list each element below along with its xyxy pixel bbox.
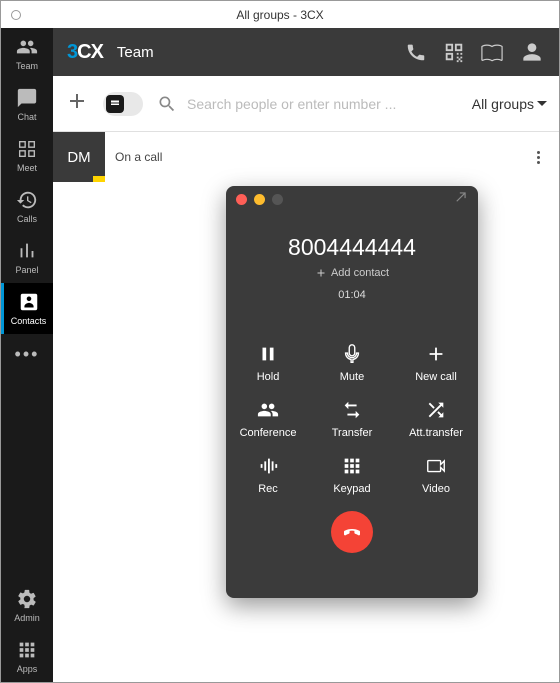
waveform-icon xyxy=(257,455,279,477)
sidebar-item-contacts[interactable]: Contacts xyxy=(1,283,53,334)
sidebar-item-label: Panel xyxy=(15,265,38,275)
close-dot[interactable] xyxy=(236,194,247,205)
video-button[interactable]: Video xyxy=(394,455,478,495)
sidebar-item-chat[interactable]: Chat xyxy=(1,79,53,130)
call-titlebar xyxy=(226,186,478,212)
add-contact-label: Add contact xyxy=(331,267,389,279)
popout-icon[interactable] xyxy=(454,190,468,209)
sidebar-item-label: Meet xyxy=(17,163,37,173)
history-icon xyxy=(16,189,38,211)
contact-initials: DM xyxy=(67,149,90,166)
contact-row[interactable]: DM On a call xyxy=(53,132,559,182)
sidebar: Team Chat Meet Calls Panel Contacts ••• … xyxy=(1,28,53,682)
add-contact-button[interactable]: Add contact xyxy=(315,267,389,279)
meet-icon xyxy=(16,138,38,160)
status-indicator xyxy=(93,176,105,182)
conference-button[interactable]: Conference xyxy=(226,399,310,439)
dial-icon[interactable] xyxy=(405,41,427,63)
chat-icon xyxy=(16,87,38,109)
people-icon xyxy=(16,36,38,58)
topbar: 3CX Team xyxy=(53,28,559,76)
panel-icon xyxy=(16,240,38,262)
logo: 3CX xyxy=(67,41,103,64)
call-timer: 01:04 xyxy=(338,289,366,301)
contacts-icon xyxy=(18,291,40,313)
window-close-dot[interactable] xyxy=(11,10,21,20)
card-icon xyxy=(109,98,121,110)
sidebar-item-calls[interactable]: Calls xyxy=(1,181,53,232)
transfer-button[interactable]: Transfer xyxy=(310,399,394,439)
hold-button[interactable]: Hold xyxy=(226,343,310,383)
sidebar-more[interactable]: ••• xyxy=(15,334,40,375)
avatar-icon[interactable] xyxy=(519,39,545,65)
shuffle-icon xyxy=(425,399,447,421)
view-toggle[interactable] xyxy=(103,92,143,116)
conference-icon xyxy=(257,399,279,421)
group-filter-label: All groups xyxy=(472,96,534,112)
sidebar-item-label: Calls xyxy=(17,214,37,224)
keypad-button[interactable]: Keypad xyxy=(310,455,394,495)
video-icon xyxy=(425,455,447,477)
call-window: 8004444444 Add contact 01:04 Hold Mute N… xyxy=(226,186,478,598)
call-number: 8004444444 xyxy=(288,234,416,261)
pause-icon xyxy=(257,343,279,365)
max-dot[interactable] xyxy=(272,194,283,205)
hangup-button[interactable] xyxy=(331,511,373,553)
att-transfer-button[interactable]: Att.transfer xyxy=(394,399,478,439)
sidebar-item-admin[interactable]: Admin xyxy=(1,580,53,631)
keypad-icon xyxy=(341,455,363,477)
group-filter[interactable]: All groups xyxy=(472,96,547,112)
contact-menu[interactable] xyxy=(533,151,549,164)
sidebar-item-label: Team xyxy=(16,61,38,71)
min-dot[interactable] xyxy=(254,194,265,205)
sidebar-item-team[interactable]: Team xyxy=(1,28,53,79)
transfer-icon xyxy=(341,399,363,421)
contact-status: On a call xyxy=(115,150,162,164)
window-title: All groups - 3CX xyxy=(236,8,323,22)
gear-icon xyxy=(16,588,38,610)
caret-down-icon xyxy=(537,99,547,109)
sidebar-item-apps[interactable]: Apps xyxy=(1,631,53,682)
apps-icon xyxy=(16,639,38,661)
book-icon[interactable] xyxy=(481,41,503,63)
sidebar-item-label: Contacts xyxy=(11,316,47,326)
search-icon xyxy=(157,94,177,114)
plus-icon xyxy=(315,267,327,279)
sidebar-item-label: Apps xyxy=(17,664,38,674)
mic-icon xyxy=(341,343,363,365)
hangup-icon xyxy=(340,520,364,544)
contact-avatar: DM xyxy=(53,132,105,182)
sidebar-item-label: Admin xyxy=(14,613,40,623)
add-button[interactable] xyxy=(65,89,89,118)
os-titlebar: All groups - 3CX xyxy=(0,0,560,28)
toolbar: All groups xyxy=(53,76,559,132)
sidebar-item-meet[interactable]: Meet xyxy=(1,130,53,181)
sidebar-item-label: Chat xyxy=(17,112,36,122)
topbar-title: Team xyxy=(117,44,154,61)
rec-button[interactable]: Rec xyxy=(226,455,310,495)
search-input[interactable] xyxy=(187,96,458,112)
plus-icon xyxy=(425,343,447,365)
qr-icon[interactable] xyxy=(443,41,465,63)
newcall-button[interactable]: New call xyxy=(394,343,478,383)
sidebar-item-panel[interactable]: Panel xyxy=(1,232,53,283)
mute-button[interactable]: Mute xyxy=(310,343,394,383)
